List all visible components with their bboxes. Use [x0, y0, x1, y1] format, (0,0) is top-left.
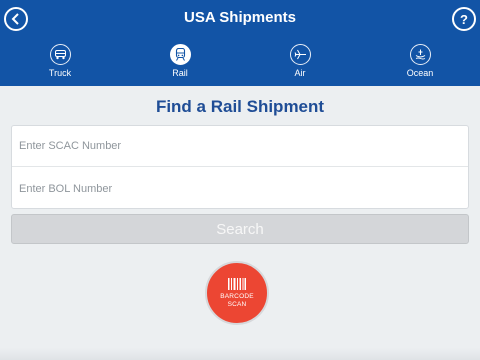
help-button[interactable]: ?: [452, 7, 476, 31]
barcode-scan-button[interactable]: BARCODE SCAN: [205, 261, 269, 325]
tab-rail[interactable]: Rail: [120, 38, 240, 86]
shipment-form: Enter SCAC Number Enter BOL Number: [11, 125, 469, 209]
tab-ocean-label: Ocean: [406, 68, 434, 78]
transport-tabs: Truck Rail Air Ocean: [0, 38, 480, 86]
title-bar: USA Shipments ?: [0, 0, 480, 38]
search-button[interactable]: Search: [11, 214, 469, 244]
ship-icon: [409, 44, 431, 65]
tab-ocean[interactable]: Ocean: [360, 38, 480, 86]
rail-icon: [169, 44, 191, 65]
app-header: USA Shipments ? Truck Rail Air Ocean: [0, 0, 480, 86]
barcode-icon: [228, 277, 246, 290]
page-title: USA Shipments: [184, 9, 296, 26]
tab-air[interactable]: Air: [240, 38, 360, 86]
tab-rail-label: Rail: [172, 68, 188, 78]
tab-truck-label: Truck: [48, 68, 72, 78]
bottom-shadow: [0, 348, 480, 360]
airplane-icon: [289, 44, 311, 65]
barcode-scan-label: BARCODE SCAN: [220, 293, 254, 309]
scac-number-field[interactable]: Enter SCAC Number: [12, 126, 468, 167]
barcode-scan-label-line2: SCAN: [227, 300, 247, 308]
page-heading: Find a Rail Shipment: [155, 97, 325, 116]
truck-icon: [49, 44, 71, 65]
barcode-scan-label-line1: BARCODE: [220, 292, 254, 300]
tab-truck[interactable]: Truck: [0, 38, 120, 86]
help-icon: ?: [460, 11, 468, 27]
tab-air-label: Air: [294, 68, 306, 78]
bol-number-field[interactable]: Enter BOL Number: [12, 168, 468, 209]
